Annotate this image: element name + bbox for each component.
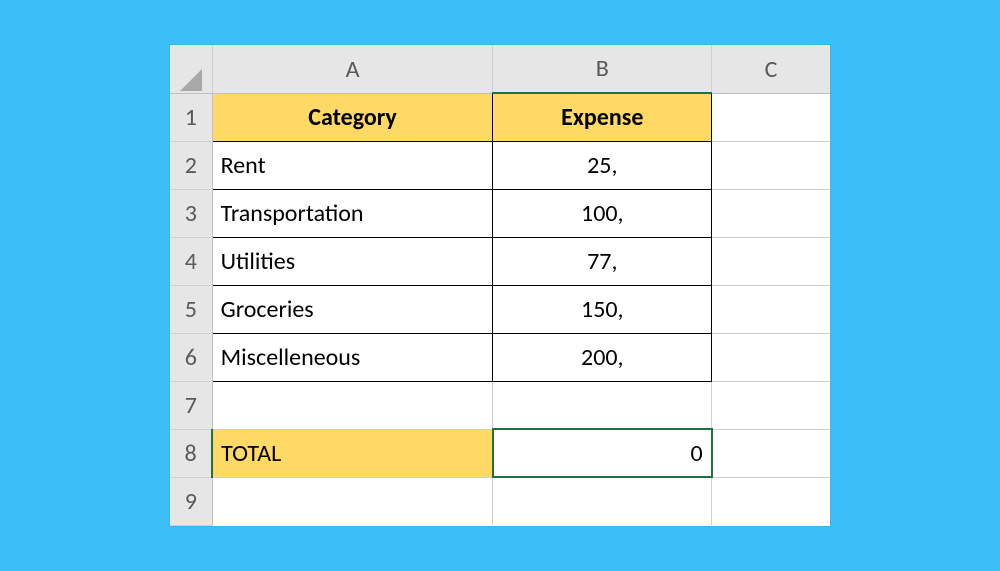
cell-b5[interactable]: 150, (493, 285, 712, 333)
cell-a2[interactable]: Rent (212, 141, 493, 189)
cell-a7[interactable] (212, 381, 493, 429)
column-header-a[interactable]: A (212, 45, 493, 93)
cell-b3[interactable]: 100, (493, 189, 712, 237)
row-header-4[interactable]: 4 (170, 237, 212, 285)
table-row: 3 Transportation 100, (170, 189, 830, 237)
cell-b8-selected[interactable]: 0 (493, 429, 712, 477)
row-header-3[interactable]: 3 (170, 189, 212, 237)
cell-b7[interactable] (493, 381, 712, 429)
row-header-7[interactable]: 7 (170, 381, 212, 429)
cell-c8[interactable] (712, 429, 830, 477)
table-row: 9 (170, 477, 830, 525)
row-header-6[interactable]: 6 (170, 333, 212, 381)
spreadsheet-grid: A B C 1 Category Expense 2 Rent 25, 3 Tr… (170, 45, 830, 526)
cell-c5[interactable] (712, 285, 830, 333)
column-header-b[interactable]: B (493, 45, 712, 93)
cell-c2[interactable] (712, 141, 830, 189)
row-header-2[interactable]: 2 (170, 141, 212, 189)
table-row: 7 (170, 381, 830, 429)
cell-c4[interactable] (712, 237, 830, 285)
cell-b2[interactable]: 25, (493, 141, 712, 189)
cell-a4[interactable]: Utilities (212, 237, 493, 285)
cell-b4[interactable]: 77, (493, 237, 712, 285)
row-header-1[interactable]: 1 (170, 93, 212, 141)
cell-c7[interactable] (712, 381, 830, 429)
row-header-8[interactable]: 8 (170, 429, 212, 477)
cell-c6[interactable] (712, 333, 830, 381)
cell-a1[interactable]: Category (212, 93, 493, 141)
cell-c3[interactable] (712, 189, 830, 237)
table-row: 5 Groceries 150, (170, 285, 830, 333)
cell-b1[interactable]: Expense (493, 93, 712, 141)
cell-b6[interactable]: 200, (493, 333, 712, 381)
cell-a8[interactable]: TOTAL (212, 429, 493, 477)
table-row: 1 Category Expense (170, 93, 830, 141)
column-header-c[interactable]: C (712, 45, 830, 93)
table-row: 4 Utilities 77, (170, 237, 830, 285)
row-header-5[interactable]: 5 (170, 285, 212, 333)
table-row: 6 Miscelleneous 200, (170, 333, 830, 381)
table-row: 8 TOTAL 0 (170, 429, 830, 477)
table-row: 2 Rent 25, (170, 141, 830, 189)
select-all-triangle-icon (178, 45, 204, 93)
row-header-9[interactable]: 9 (170, 477, 212, 525)
cell-c9[interactable] (712, 477, 830, 525)
select-all-corner[interactable] (170, 45, 212, 93)
cell-b9[interactable] (493, 477, 712, 525)
cell-a5[interactable]: Groceries (212, 285, 493, 333)
spreadsheet-container: A B C 1 Category Expense 2 Rent 25, 3 Tr… (170, 45, 830, 526)
column-header-row: A B C (170, 45, 830, 93)
cell-a6[interactable]: Miscelleneous (212, 333, 493, 381)
cell-a3[interactable]: Transportation (212, 189, 493, 237)
cell-a9[interactable] (212, 477, 493, 525)
cell-c1[interactable] (712, 93, 830, 141)
